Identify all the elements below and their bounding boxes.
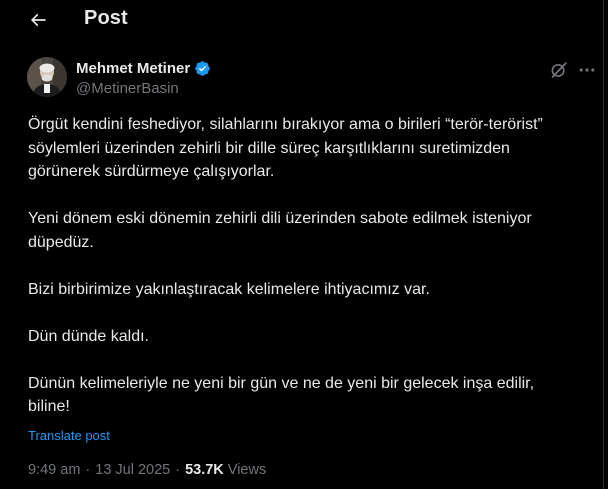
author-name[interactable]: Mehmet Metiner [76, 60, 211, 77]
meta-separator: · [85, 462, 91, 478]
verified-badge-icon [195, 61, 210, 76]
back-button[interactable] [24, 6, 52, 34]
post-detail-view: Post Mehmet Metiner @MetinerBasin Örgüt … [0, 0, 604, 489]
avatar-image [27, 57, 67, 97]
tweet-paragraph: Örgüt kendini feshediyor, silahlarını bı… [28, 116, 543, 180]
views-count: 53.7K [185, 462, 224, 478]
tweet-paragraph: Dünün kelimeleriyle ne yeni bir gün ve n… [28, 374, 535, 416]
arrow-left-icon [30, 13, 46, 27]
tweet-paragraph: Yeni dönem eski dönemin zehirli dili üze… [28, 210, 532, 251]
header-bar: Post [0, 0, 604, 40]
tweet-paragraph: Bizi birbirimize yakınlaştıracak kelimel… [28, 280, 430, 298]
grok-button[interactable] [548, 59, 570, 81]
post-date[interactable]: 13 Jul 2025 [95, 462, 170, 478]
meta-separator: · [175, 462, 181, 478]
page-title: Post [84, 7, 128, 29]
tweet-paragraph: Dün dünde kaldı. [28, 327, 149, 345]
post-metadata: 9:49 am · 13 Jul 2025 · 53.7K Views [28, 462, 266, 478]
grok-icon [551, 62, 567, 78]
post-time[interactable]: 9:49 am [28, 462, 80, 478]
more-horizontal-icon [579, 68, 595, 72]
avatar[interactable] [27, 57, 67, 97]
translate-post-link[interactable]: Translate post [28, 428, 110, 443]
tweet-text: Örgüt kendini feshediyor, silahlarını bı… [28, 113, 548, 442]
author-name-text[interactable]: Mehmet Metiner [76, 60, 190, 77]
author-handle[interactable]: @MetinerBasin [76, 80, 179, 97]
more-button[interactable] [576, 59, 598, 81]
views-label: Views [227, 462, 267, 478]
